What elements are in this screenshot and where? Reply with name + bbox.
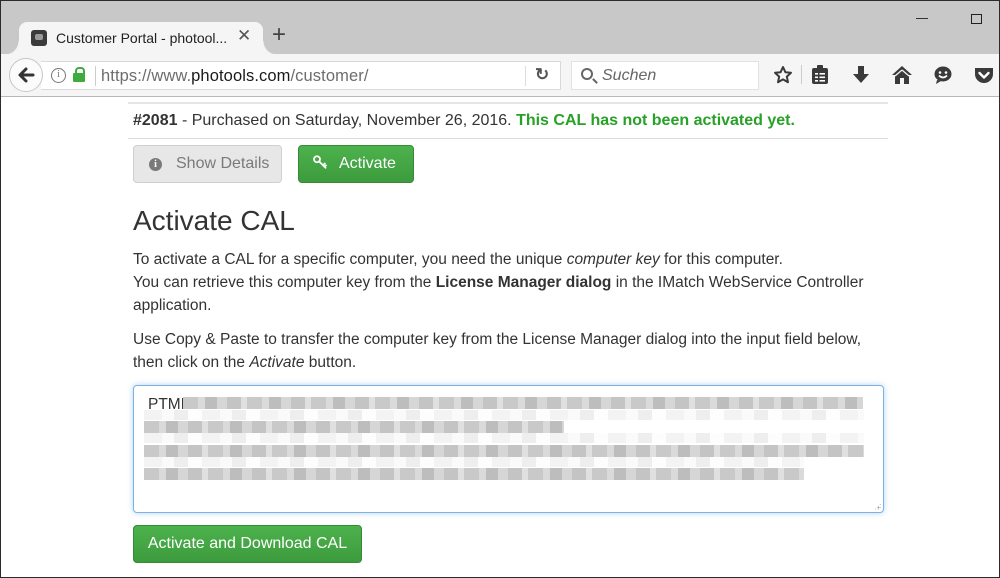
hello-icon[interactable] <box>932 64 954 86</box>
activate-button[interactable]: Activate <box>298 145 414 183</box>
new-tab-button[interactable]: + <box>272 23 286 47</box>
url-text[interactable]: https://www.photools.com/customer/ <box>101 67 369 86</box>
redacted-key-shadow <box>144 457 804 467</box>
page-title: Activate CAL <box>133 205 295 236</box>
pocket-icon[interactable] <box>973 64 995 86</box>
emphasis-text: Activate <box>249 354 305 371</box>
text: To activate a CAL for a specific compute… <box>133 251 567 268</box>
emphasis-text: computer key <box>566 251 660 268</box>
back-button[interactable] <box>9 58 43 92</box>
text: Use Copy & Paste to transfer the compute… <box>133 331 862 371</box>
url-bar[interactable]: i https://www.photools.com/customer/ ↻ <box>41 61 561 90</box>
purchase-date: - Purchased on Saturday, November 26, 20… <box>177 112 517 129</box>
tab-title: Customer Portal - photool... <box>56 30 228 46</box>
instructions-paragraph: To activate a CAL for a specific compute… <box>133 248 873 317</box>
divider <box>95 66 96 86</box>
order-number: #2081 <box>133 112 178 129</box>
divider <box>128 102 888 104</box>
purchase-info: #2081 - Purchased on Saturday, November … <box>133 112 795 130</box>
divider <box>525 66 526 86</box>
reading-list-icon[interactable] <box>809 64 831 86</box>
maximize-button[interactable] <box>971 14 982 24</box>
computer-key-textarea[interactable]: PTMK <box>133 385 884 513</box>
browser-tab[interactable]: Customer Portal - photool... ✕ <box>5 22 277 55</box>
redacted-key-line <box>144 445 864 457</box>
bookmark-star-icon[interactable] <box>772 64 794 86</box>
text: for this computer. <box>659 251 783 268</box>
strong-text: License Manager dialog <box>435 274 612 291</box>
text: button. <box>304 354 357 371</box>
activate-download-label: Activate and Download CAL <box>147 535 348 552</box>
url-domain: photools.com <box>191 67 291 85</box>
search-placeholder: Suchen <box>602 67 657 84</box>
copy-paste-paragraph: Use Copy & Paste to transfer the compute… <box>133 328 873 374</box>
divider <box>128 138 888 139</box>
key-icon <box>310 153 331 176</box>
text: You can retrieve this computer key from … <box>133 274 436 291</box>
home-icon[interactable] <box>891 64 913 86</box>
minimize-button[interactable] <box>916 18 928 19</box>
show-details-button[interactable]: i Show Details <box>133 145 282 183</box>
reload-icon[interactable]: ↻ <box>535 65 549 85</box>
redacted-key-line <box>144 421 564 433</box>
resize-handle[interactable] <box>874 503 881 510</box>
lock-icon <box>73 67 85 82</box>
redacted-key-shadow <box>144 410 864 420</box>
url-path: /customer/ <box>290 67 369 85</box>
redacted-key-shadow <box>144 433 864 443</box>
activate-download-button[interactable]: Activate and Download CAL <box>133 525 362 563</box>
search-bar[interactable]: Suchen <box>571 61 759 90</box>
redacted-key-line <box>183 397 863 409</box>
info-icon: i <box>149 157 162 171</box>
browser-window: Customer Portal - photool... ✕ + i https… <box>0 0 1000 578</box>
divider <box>801 65 802 84</box>
title-bar: Customer Portal - photool... ✕ + <box>1 1 999 55</box>
search-icon <box>581 68 593 80</box>
info-icon[interactable]: i <box>51 68 66 83</box>
show-details-label: Show Details <box>176 155 270 172</box>
arrow-left-icon <box>18 67 35 83</box>
favicon-icon <box>31 30 47 46</box>
url-prefix: https://www. <box>101 67 192 85</box>
downloads-icon[interactable] <box>850 64 872 86</box>
close-icon[interactable]: ✕ <box>237 26 251 46</box>
activate-label: Activate <box>339 155 396 172</box>
navigation-bar: i https://www.photools.com/customer/ ↻ S… <box>1 54 999 97</box>
redacted-key-line <box>144 468 804 480</box>
activation-status: This CAL has not been activated yet. <box>516 112 795 129</box>
